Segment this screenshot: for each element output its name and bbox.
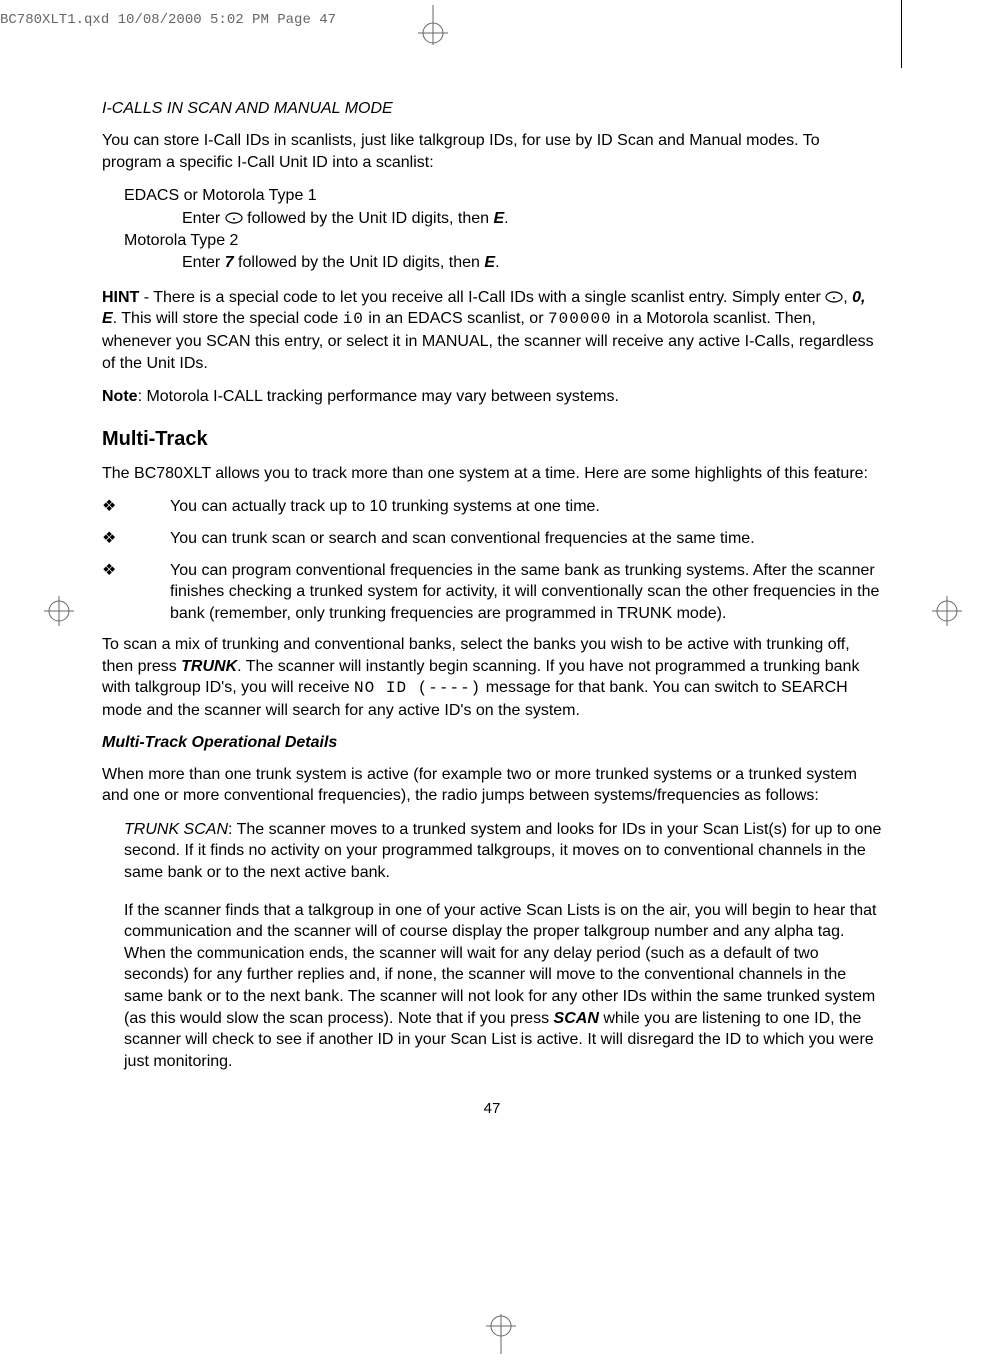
bullet-item: ❖ You can program conventional frequenci… [102,560,882,625]
decimal-icon [225,212,243,224]
registration-mark-left [44,596,74,626]
page-content: I-CALLS IN SCAN AND MANUAL MODE You can … [102,100,882,1117]
registration-mark-right [932,596,962,626]
bullet-icon: ❖ [102,528,170,548]
motorola-label: Motorola Type 2 [124,230,882,252]
section-heading-multitrack: Multi-Track [102,428,882,451]
decimal-icon [825,291,843,303]
bullet-text: You can trunk scan or search and scan co… [170,528,755,550]
key-scan: SCAN [554,1010,599,1027]
lcd-no-id: NO ID (----) [354,679,481,697]
key-e-2: E [484,254,495,271]
prepress-header: BC780XLT1.qxd 10/08/2000 5:02 PM Page 47 [0,12,336,28]
bullet-text: You can program conventional frequencies… [170,560,882,625]
motorola-instruction: Enter 7 followed by the Unit ID digits, … [182,252,882,274]
trunkscan-paragraph: TRUNK SCAN: The scanner moves to a trunk… [124,819,882,884]
hint-label: HINT [102,289,139,306]
registration-mark-bottom [486,1314,516,1354]
bullet-item: ❖ You can actually track up to 10 trunki… [102,496,882,518]
subsection-heading-details: Multi-Track Operational Details [102,734,882,752]
trim-mark-right [901,0,902,1364]
lcd-code-700000: 700000 [548,310,612,328]
bullet-icon: ❖ [102,496,170,516]
key-trunk: TRUNK [181,658,237,675]
trunkscan-label: TRUNK SCAN [124,821,228,838]
bullet-item: ❖ You can trunk scan or search and scan … [102,528,882,550]
lcd-code-i0: i0 [343,310,364,328]
bullet-text: You can actually track up to 10 trunking… [170,496,600,518]
multitrack-intro: The BC780XLT allows you to track more th… [102,463,882,485]
note-label: Note [102,388,138,405]
details-intro: When more than one trunk system is activ… [102,764,882,807]
edacs-instruction: Enter followed by the Unit ID digits, th… [182,208,882,230]
scanner-behavior-paragraph: If the scanner finds that a talkgroup in… [124,900,882,1073]
page-number: 47 [102,1100,882,1117]
registration-mark-top [418,5,448,45]
section-heading-icalls: I-CALLS IN SCAN AND MANUAL MODE [102,100,882,118]
edacs-label: EDACS or Motorola Type 1 [124,185,882,207]
hint-paragraph: HINT - There is a special code to let yo… [102,287,882,374]
bullet-icon: ❖ [102,560,170,580]
key-e: E [494,210,505,227]
paragraph-intro: You can store I-Call IDs in scanlists, j… [102,130,882,173]
mixscan-paragraph: To scan a mix of trunking and convention… [102,634,882,721]
key-7: 7 [225,254,234,271]
procedure-block: EDACS or Motorola Type 1 Enter followed … [124,185,882,275]
note-paragraph: Note: Motorola I-CALL tracking performan… [102,386,882,408]
